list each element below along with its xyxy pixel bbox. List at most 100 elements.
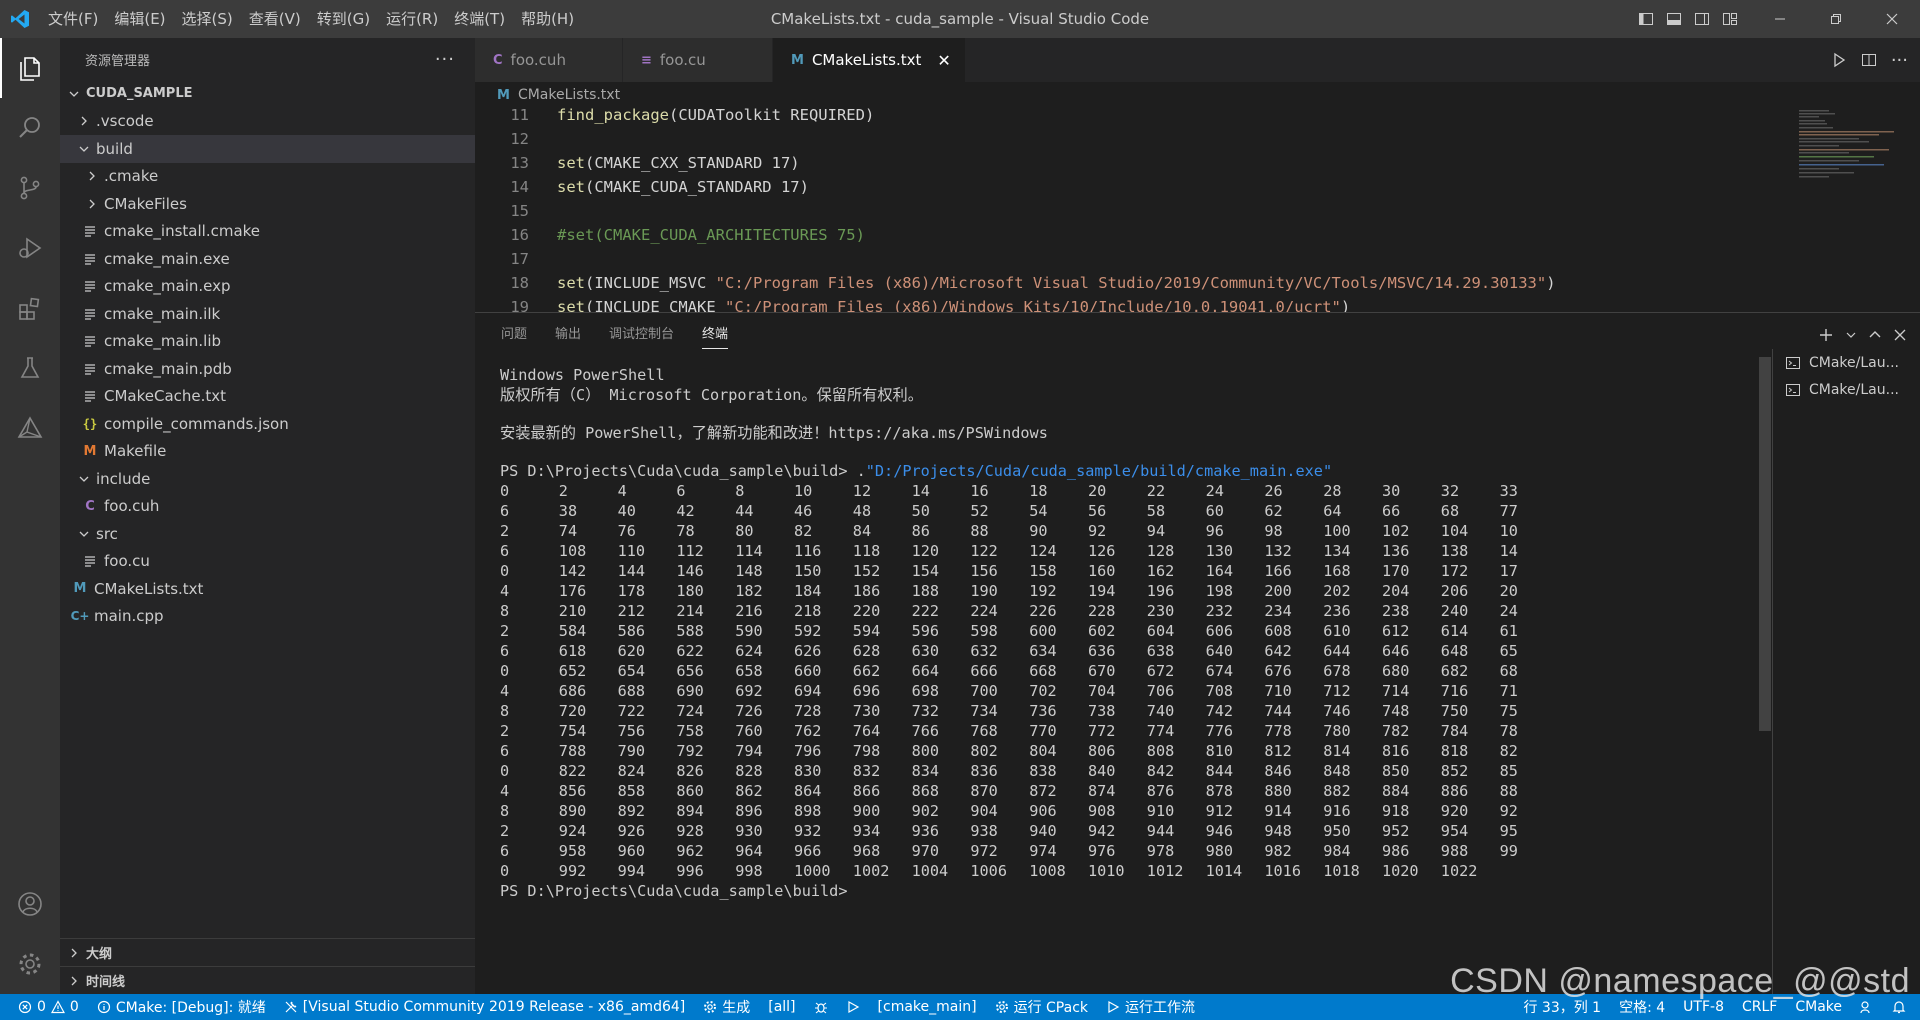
tree-item-build[interactable]: build <box>60 135 475 163</box>
menu-item-1[interactable]: 编辑(E) <box>106 0 173 38</box>
tree-item-cmake-main-pdb[interactable]: cmake_main.pdb <box>60 355 475 383</box>
cmake-status[interactable]: CMake: [Debug]: 就绪 <box>88 994 275 1020</box>
panel-tab-2[interactable]: 调试控制台 <box>609 313 674 357</box>
tree-item-label: foo.cu <box>104 552 150 571</box>
run-debug-icon[interactable] <box>0 218 60 278</box>
cmake-kit[interactable]: [Visual Studio Community 2019 Release - … <box>275 994 694 1020</box>
cursor-position[interactable]: 行 33，列 1 <box>1514 994 1610 1020</box>
minimize-icon[interactable] <box>1752 0 1808 38</box>
encoding[interactable]: UTF-8 <box>1674 994 1733 1020</box>
terminal-instance[interactable]: CMake/Lau... <box>1773 376 1920 403</box>
timeline-section[interactable]: 时间线 <box>60 966 475 994</box>
terminal-output-row: 6 38 40 42 44 46 48 50 52 54 56 58 60 62 64 66 68 77 <box>500 501 1905 521</box>
language-mode[interactable]: CMake <box>1786 994 1851 1020</box>
tree-item-src[interactable]: src <box>60 520 475 548</box>
terminal-number: 878 <box>1205 782 1234 800</box>
outline-section[interactable]: 大纲 <box>60 938 475 966</box>
search-icon[interactable] <box>0 98 60 158</box>
tab-cmakelists[interactable]: M CMakeLists.txt ✕ <box>773 38 966 82</box>
tree-item-cmake-main-lib[interactable]: cmake_main.lib <box>60 328 475 356</box>
close-icon[interactable] <box>1864 0 1920 38</box>
panel-tab-1[interactable]: 输出 <box>555 313 581 357</box>
chevron-right-icon <box>84 196 100 212</box>
build-button[interactable]: 生成 <box>694 994 759 1020</box>
launch-button[interactable] <box>837 994 869 1020</box>
account-icon[interactable] <box>0 874 60 934</box>
testing-icon[interactable] <box>0 338 60 398</box>
split-editor-icon[interactable] <box>1861 52 1877 68</box>
source-control-icon[interactable] <box>0 158 60 218</box>
close-panel-icon[interactable] <box>1894 329 1906 341</box>
run-icon[interactable] <box>1831 52 1847 68</box>
terminal-scrollbar[interactable] <box>1759 357 1771 731</box>
toggle-secondary-sidebar-icon[interactable] <box>1688 0 1716 38</box>
more-actions-icon[interactable]: ··· <box>1891 50 1908 71</box>
minimap[interactable] <box>1796 108 1906 198</box>
menu-bar: 文件(F) 编辑(E) 选择(S) 查看(V) 转到(G) 运行(R) 终端(T) 帮助(H) <box>40 0 582 38</box>
gear-icon[interactable] <box>0 934 60 994</box>
tree-item-makefile[interactable]: M Makefile <box>60 438 475 466</box>
workflow-button[interactable]: 运行工作流 <box>1097 994 1204 1020</box>
chevron-down-icon[interactable] <box>1846 330 1856 340</box>
explorer-icon[interactable] <box>0 38 60 98</box>
code-editor[interactable]: 11 find_package(CUDAToolkit REQUIRED) 12 13… <box>475 108 1920 312</box>
tree-item-cmakefiles[interactable]: CMakeFiles <box>60 190 475 218</box>
tree-item-include[interactable]: include <box>60 465 475 493</box>
extensions-icon[interactable] <box>0 278 60 338</box>
terminal-instance[interactable]: CMake/Lau... <box>1773 349 1920 376</box>
tree-item-compile-commands-json[interactable]: {} compile_commands.json <box>60 410 475 438</box>
terminal-number: 974 <box>1029 842 1057 860</box>
menu-item-0[interactable]: 文件(F) <box>40 0 106 38</box>
tree-item-cmake-main-exe[interactable]: cmake_main.exe <box>60 245 475 273</box>
indentation[interactable]: 空格: 4 <box>1610 994 1674 1020</box>
tree-item-cmakecache-txt[interactable]: CMakeCache.txt <box>60 383 475 411</box>
cmake-icon[interactable] <box>0 398 60 458</box>
cpack-button[interactable]: 运行 CPack <box>986 994 1097 1020</box>
menu-item-4[interactable]: 转到(G) <box>309 0 378 38</box>
tree-item-main-cpp[interactable]: C+ main.cpp <box>60 603 475 631</box>
customize-layout-icon[interactable] <box>1716 0 1744 38</box>
menu-item-5[interactable]: 运行(R) <box>378 0 446 38</box>
restore-icon[interactable] <box>1808 0 1864 38</box>
panel-tab-3[interactable]: 终端 <box>702 313 729 357</box>
file-icon: ≡ <box>641 52 652 68</box>
problems-status[interactable]: 0 0 <box>0 994 88 1020</box>
tab-foo-cu[interactable]: ≡ foo.cu <box>623 38 773 82</box>
more-actions-icon[interactable]: ··· <box>435 49 455 70</box>
terminal-number: 764 <box>852 722 881 740</box>
launch-target[interactable]: [cmake_main] <box>869 994 986 1020</box>
build-target[interactable]: [all] <box>759 994 804 1020</box>
tree-item-cmake-install-cmake[interactable]: cmake_install.cmake <box>60 218 475 246</box>
terminal-number: 6 <box>500 742 510 760</box>
close-tab-icon[interactable]: ✕ <box>937 51 950 70</box>
tree-item-cmakelists-txt[interactable]: M CMakeLists.txt <box>60 575 475 603</box>
menu-item-7[interactable]: 帮助(H) <box>513 0 582 38</box>
panel-tab-0[interactable]: 问题 <box>501 313 527 357</box>
terminal-output[interactable]: Windows PowerShell 版权所有（C） Microsoft Corp… <box>500 365 1905 985</box>
toggle-sidebar-icon[interactable] <box>1632 0 1660 38</box>
terminal-number: 740 <box>1146 702 1175 720</box>
tree-item--vscode[interactable]: .vscode <box>60 108 475 136</box>
toggle-panel-icon[interactable] <box>1660 0 1688 38</box>
menu-item-2[interactable]: 选择(S) <box>174 0 241 38</box>
tab-foo-cuh[interactable]: C foo.cuh <box>475 38 623 82</box>
tree-item-cmake-main-exp[interactable]: cmake_main.exp <box>60 273 475 301</box>
maximize-panel-icon[interactable] <box>1868 328 1882 342</box>
tree-item-foo-cuh[interactable]: Cfoo.cuh <box>60 493 475 521</box>
feedback-icon[interactable] <box>1851 994 1883 1020</box>
debug-button[interactable] <box>805 994 837 1020</box>
breadcrumb-item[interactable]: CMakeLists.txt <box>518 87 620 103</box>
terminal-number: 76 <box>617 522 636 540</box>
terminal-number: 68 <box>1499 662 1518 680</box>
tree-item-cmake-main-ilk[interactable]: cmake_main.ilk <box>60 300 475 328</box>
tree-item--cmake[interactable]: .cmake <box>60 163 475 191</box>
menu-item-6[interactable]: 终端(T) <box>446 0 513 38</box>
tree-item-foo-cu[interactable]: foo.cu <box>60 548 475 576</box>
menu-item-3[interactable]: 查看(V) <box>241 0 309 38</box>
terminal-number: 810 <box>1205 742 1234 760</box>
terminal-number: 77 <box>1499 502 1518 520</box>
workspace-root[interactable]: CUDA_SAMPLE <box>60 80 475 108</box>
notifications-icon[interactable] <box>1883 994 1920 1020</box>
end-of-line[interactable]: CRLF <box>1733 994 1786 1020</box>
new-terminal-icon[interactable] <box>1818 327 1834 343</box>
